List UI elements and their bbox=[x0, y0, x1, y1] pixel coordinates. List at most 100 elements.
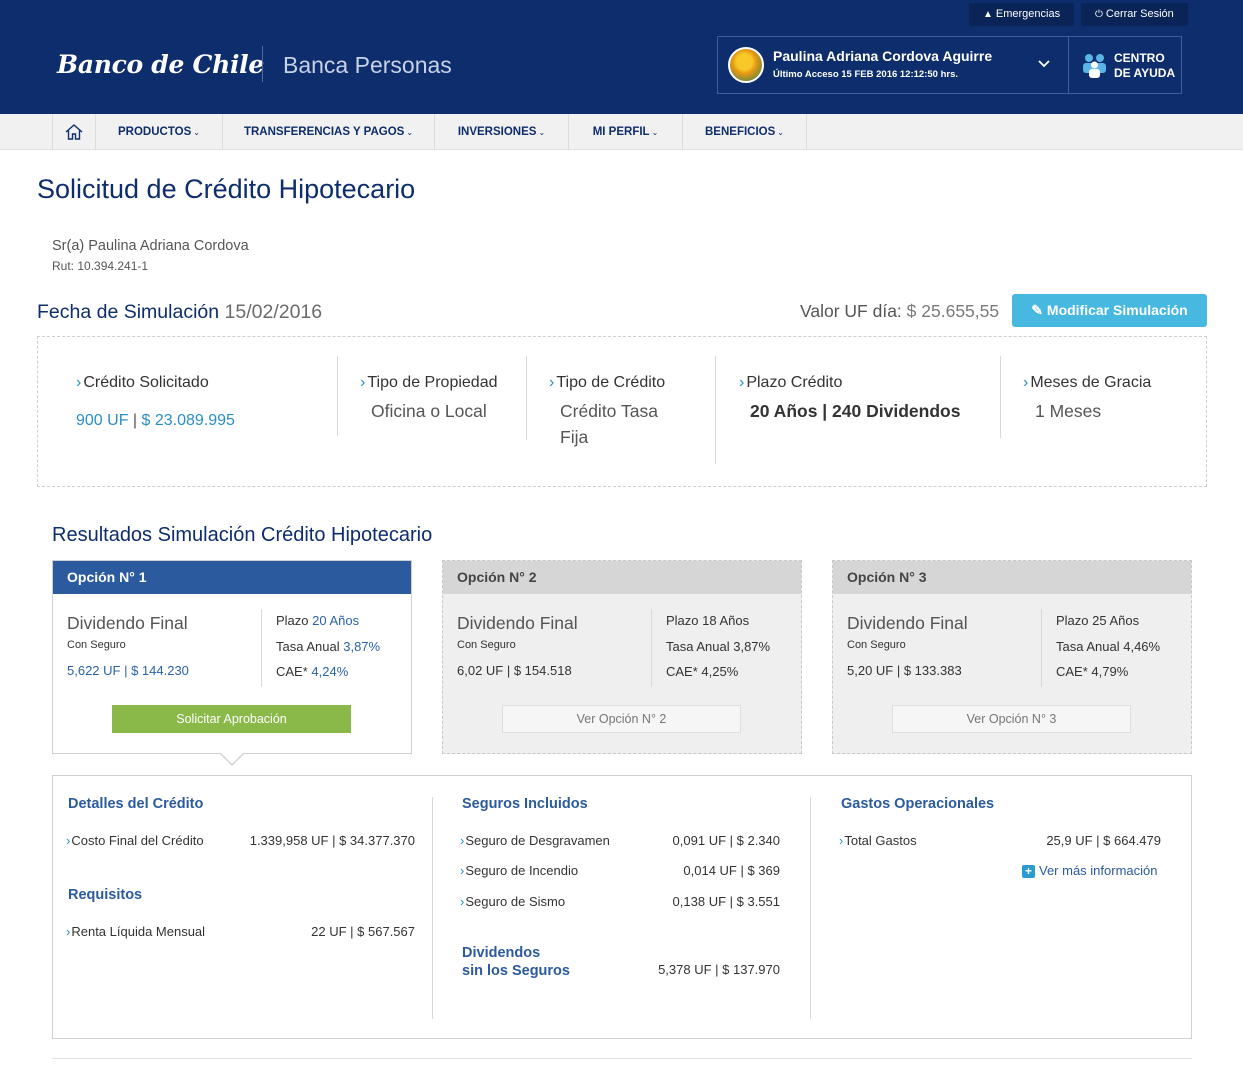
nav-beneficios[interactable]: BENEFICIOS ⌄ bbox=[683, 114, 807, 150]
warning-icon: ▲ bbox=[983, 9, 993, 20]
chevron-right-icon: › bbox=[460, 833, 465, 848]
nav-inversiones[interactable]: INVERSIONES ⌄ bbox=[435, 114, 569, 150]
simulation-date: Fecha de Simulación 15/02/2016 bbox=[37, 301, 322, 324]
user-panel: Paulina Adriana Cordova Aguirre Último A… bbox=[717, 36, 1182, 94]
logo-divider bbox=[262, 46, 263, 82]
seguro-desgravamen-label: ›Seguro de Desgravamen bbox=[460, 833, 610, 848]
credit-details-panel: Detalles del Crédito ›Costo Final del Cr… bbox=[52, 775, 1192, 1039]
option-divider bbox=[1041, 609, 1042, 687]
dividendos-sin-seguros-value: 5,378 UF | $ 137.970 bbox=[658, 962, 780, 977]
seguro-incendio-label: ›Seguro de Incendio bbox=[460, 863, 578, 878]
costo-final-value: 1.339,958 UF | $ 34.377.370 bbox=[249, 833, 415, 848]
bank-logo[interactable]: Banco de Chile bbox=[57, 50, 264, 79]
summary-tipo-heading: › Tipo de Crédito bbox=[549, 374, 665, 392]
view-option-3-button[interactable]: Ver Opción N° 3 bbox=[892, 705, 1131, 733]
total-gastos-label: ›Total Gastos bbox=[839, 833, 917, 848]
summary-tipo-value: Crédito Tasa Fija bbox=[549, 398, 665, 450]
option-3-amount: 5,20 UF | $ 133.383 bbox=[847, 663, 962, 678]
dividend-title: Dividendo Final bbox=[457, 613, 578, 633]
option-card-1[interactable]: Opción N° 1 Dividendo Final Con Seguro 5… bbox=[52, 560, 412, 754]
cae-label: CAE* bbox=[1056, 664, 1088, 679]
client-name: Sr(a) Paulina Adriana Cordova bbox=[52, 238, 249, 254]
chevron-right-icon: › bbox=[460, 863, 465, 878]
seguro-desgravamen-text: Seguro de Desgravamen bbox=[465, 833, 610, 848]
modify-simulation-button[interactable]: ✎ Modificar Simulación bbox=[1012, 294, 1207, 327]
simulation-summary: › Crédito Solicitado 900 UF | $ 23.089.99… bbox=[37, 336, 1207, 487]
option-1-cae: CAE* 4,24% bbox=[276, 664, 348, 679]
summary-plazo-heading: › Plazo Crédito bbox=[739, 374, 960, 392]
summary-plazo: › Plazo Crédito 20 Años | 240 Dividendos bbox=[739, 374, 960, 424]
chevron-right-icon: › bbox=[739, 374, 745, 391]
dividendos-sin-seguros-line1: Dividendos bbox=[462, 945, 541, 961]
summary-divider bbox=[526, 356, 527, 440]
last-access: Último Acceso 15 FEB 2016 12:12:50 hrs. bbox=[773, 69, 958, 80]
logout-label: Cerrar Sesión bbox=[1105, 8, 1174, 20]
option-3-tasa: Tasa Anual 4,46% bbox=[1056, 639, 1160, 654]
nav-productos[interactable]: PRODUCTOS ⌄ bbox=[96, 114, 223, 150]
summary-plazo-value: 20 Años | 240 Dividendos bbox=[750, 401, 961, 421]
plazo-label: Plazo bbox=[666, 613, 699, 628]
results-title: Resultados Simulación Crédito Hipotecari… bbox=[52, 524, 433, 546]
summary-gracia-label: Meses de Gracia bbox=[1030, 374, 1152, 391]
home-button[interactable] bbox=[52, 114, 96, 150]
details-divider bbox=[432, 797, 433, 1019]
tasa-label: Tasa Anual bbox=[666, 639, 730, 654]
summary-tipo-value-line2: Fija bbox=[560, 427, 589, 447]
avatar[interactable] bbox=[728, 47, 764, 83]
request-approval-button[interactable]: Solicitar Aprobación bbox=[112, 705, 351, 733]
help-center-label: CENTRO DE AYUDA bbox=[1114, 51, 1175, 81]
help-line-2: DE AYUDA bbox=[1114, 66, 1176, 80]
dividendos-sin-seguros-title: Dividendos sin los Seguros bbox=[462, 944, 570, 980]
con-seguro-label: Con Seguro bbox=[67, 639, 126, 651]
seguro-sismo-label: ›Seguro de Sismo bbox=[460, 894, 565, 909]
option-2-tasa: Tasa Anual 3,87% bbox=[666, 639, 770, 654]
option-divider bbox=[261, 609, 262, 687]
summary-propiedad-label: Tipo de Propiedad bbox=[367, 374, 498, 391]
summary-divider bbox=[1000, 356, 1001, 438]
user-name: Paulina Adriana Cordova Aguirre bbox=[773, 48, 993, 64]
chevron-right-icon: › bbox=[66, 833, 71, 848]
plazo-value: 25 Años bbox=[1092, 613, 1140, 628]
option-1-plazo: Plazo 20 Años bbox=[276, 613, 359, 628]
chevron-down-icon: ⌄ bbox=[193, 128, 200, 137]
con-seguro-label: Con Seguro bbox=[457, 639, 516, 651]
client-rut: Rut: 10.394.241-1 bbox=[52, 259, 149, 273]
chevron-down-icon: ⌄ bbox=[777, 128, 784, 137]
costo-final-label: ›Costo Final del Crédito bbox=[66, 833, 204, 848]
logout-link[interactable]: ⏻ Cerrar Sesión bbox=[1081, 3, 1188, 26]
plazo-label: Plazo bbox=[276, 613, 309, 628]
option-card-3[interactable]: Opción N° 3 Dividendo Final Con Seguro 5… bbox=[832, 560, 1192, 754]
summary-plazo-label: Plazo Crédito bbox=[746, 374, 843, 391]
nav-transferencias-label: TRANSFERENCIAS Y PAGOS bbox=[243, 126, 405, 138]
chevron-down-icon: ⌄ bbox=[538, 128, 546, 137]
chevron-right-icon: › bbox=[1023, 374, 1029, 391]
renta-text: Renta Líquida Mensual bbox=[71, 924, 206, 939]
nav-transferencias[interactable]: TRANSFERENCIAS Y PAGOS ⌄ bbox=[223, 114, 435, 150]
more-info-link[interactable]: + Ver más información bbox=[1022, 863, 1158, 878]
tasa-value: 3,87% bbox=[343, 639, 381, 654]
option-3-cae: CAE* 4,79% bbox=[1056, 664, 1128, 679]
simulation-date-label: Fecha de Simulación bbox=[37, 301, 220, 323]
nav-mi-perfil[interactable]: MI PERFIL ⌄ bbox=[569, 114, 683, 150]
option-2-plazo: Plazo 18 Años bbox=[666, 613, 749, 628]
costo-final-text: Costo Final del Crédito bbox=[71, 833, 204, 848]
plus-icon: + bbox=[1022, 865, 1035, 878]
tasa-label: Tasa Anual bbox=[1056, 639, 1120, 654]
more-info-label: Ver más información bbox=[1039, 863, 1158, 878]
credito-uf: 900 UF bbox=[76, 412, 129, 429]
seguro-sismo-text: Seguro de Sismo bbox=[465, 894, 566, 909]
option-card-2[interactable]: Opción N° 2 Dividendo Final Con Seguro 6… bbox=[442, 560, 802, 754]
chevron-down-icon[interactable] bbox=[1038, 57, 1050, 71]
emergencias-link[interactable]: ▲ Emergencias bbox=[969, 3, 1075, 26]
summary-tipo-label: Tipo de Crédito bbox=[556, 374, 666, 391]
chevron-right-icon: › bbox=[360, 374, 366, 391]
option-2-header: Opción N° 2 bbox=[443, 561, 801, 594]
summary-gracia-value: 1 Meses bbox=[1035, 401, 1102, 421]
bottom-divider bbox=[52, 1058, 1192, 1059]
view-option-2-button[interactable]: Ver Opción N° 2 bbox=[502, 705, 741, 733]
gastos-title: Gastos Operacionales bbox=[841, 796, 995, 812]
home-icon bbox=[65, 124, 83, 140]
help-center-button[interactable]: CENTRO DE AYUDA bbox=[1069, 37, 1181, 93]
option-2-cae: CAE* 4,25% bbox=[666, 664, 738, 679]
summary-credito-label: Crédito Solicitado bbox=[83, 374, 209, 391]
